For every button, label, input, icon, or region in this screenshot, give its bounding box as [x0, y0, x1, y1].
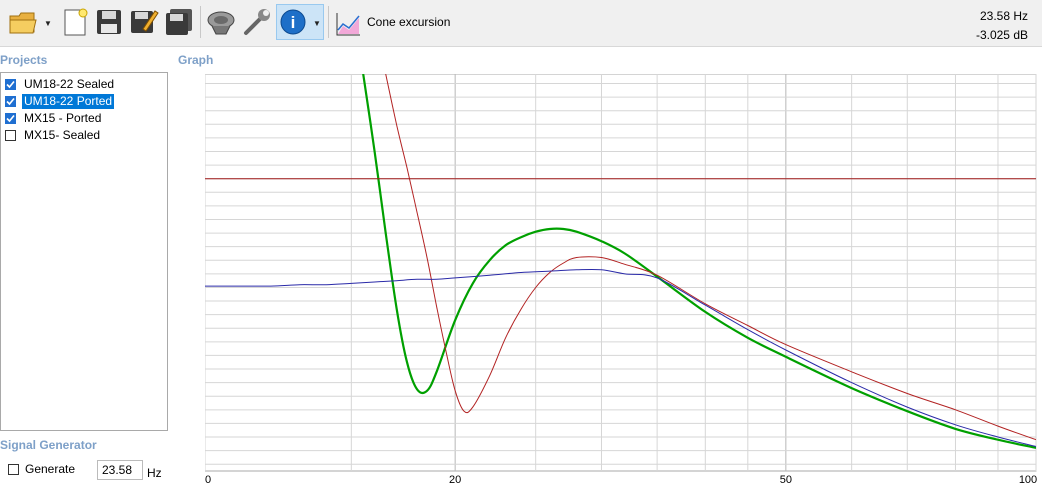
- frequency-unit: Hz: [147, 466, 162, 480]
- new-document-button[interactable]: [58, 4, 92, 40]
- project-label[interactable]: MX15 - Ported: [22, 111, 103, 126]
- project-item[interactable]: MX15- Sealed: [5, 127, 102, 143]
- save-all-button[interactable]: [162, 4, 196, 40]
- settings-button[interactable]: [240, 4, 274, 40]
- projects-list: UM18-22 Sealed UM18-22 Ported MX15 - Porte…: [0, 72, 168, 431]
- project-checkbox[interactable]: [5, 95, 16, 107]
- new-document-icon: [64, 8, 88, 36]
- svg-text:i: i: [291, 13, 296, 32]
- plot-area: [205, 74, 1037, 472]
- x-tick-label: 20: [449, 474, 461, 486]
- save-edit-icon: [131, 10, 159, 33]
- project-checkbox[interactable]: [5, 112, 16, 124]
- project-label[interactable]: UM18-22 Ported: [22, 93, 115, 109]
- chart-icon: [336, 13, 360, 36]
- level-readout: -3.025 dB: [975, 28, 1028, 42]
- x-tick-label: 10: [205, 474, 211, 486]
- project-checkbox[interactable]: [5, 78, 16, 90]
- toolbar-separator: [328, 6, 329, 38]
- save-icon: [97, 10, 121, 34]
- generate-label[interactable]: Generate: [25, 462, 75, 476]
- generate-row: Generate: [8, 462, 75, 476]
- cone-excursion-chart[interactable]: 1234567891011121314151617181920212223242…: [205, 74, 1037, 486]
- projects-title: Projects: [0, 53, 48, 67]
- chart-type-button[interactable]: [334, 10, 364, 38]
- save-button[interactable]: [92, 4, 126, 40]
- x-tick-label: 100: [1019, 474, 1037, 486]
- project-item[interactable]: MX15 - Ported: [5, 110, 103, 126]
- toolbar-separator: [200, 6, 201, 38]
- driver-button[interactable]: [204, 4, 238, 40]
- frequency-readout: 23.58 Hz: [979, 9, 1028, 23]
- save-as-button[interactable]: [127, 4, 161, 40]
- open-folder-button[interactable]: [6, 4, 40, 40]
- open-folder-icon: [9, 12, 37, 34]
- driver-speaker-icon: [207, 11, 235, 35]
- x-tick-label: 50: [780, 474, 792, 486]
- project-label[interactable]: MX15- Sealed: [22, 128, 102, 143]
- project-label[interactable]: UM18-22 Sealed: [22, 77, 116, 92]
- project-item[interactable]: UM18-22 Sealed: [5, 76, 116, 92]
- info-icon: i: [280, 9, 306, 35]
- signal-generator-title: Signal Generator: [0, 438, 97, 452]
- wrench-icon: [244, 9, 270, 35]
- generate-checkbox[interactable]: [8, 463, 19, 475]
- graph-title: Graph: [178, 53, 214, 67]
- project-checkbox[interactable]: [5, 129, 16, 141]
- save-all-icon: [166, 9, 192, 35]
- project-item[interactable]: UM18-22 Ported: [5, 93, 115, 109]
- open-dropdown-arrow[interactable]: ▼: [44, 19, 52, 28]
- toolbar: ▼ i ▼ Cone excursion 23.58 Hz -3.025 dB: [0, 0, 1042, 47]
- info-dropdown-arrow[interactable]: ▼: [313, 19, 321, 28]
- frequency-input[interactable]: [97, 460, 143, 480]
- chart-type-label[interactable]: Cone excursion: [367, 15, 450, 29]
